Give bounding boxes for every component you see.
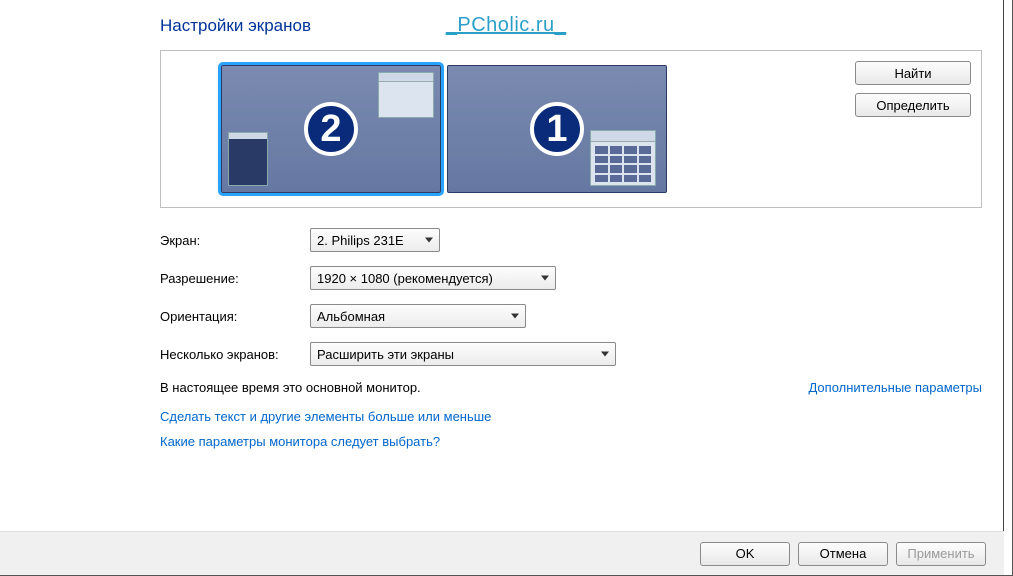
resolution-select-value: 1920 × 1080 (рекомендуется) <box>317 271 493 286</box>
chevron-down-icon <box>541 276 549 281</box>
cancel-button[interactable]: Отмена <box>798 542 888 566</box>
display-select[interactable]: 2. Philips 231E <box>310 228 440 252</box>
apply-button: Применить <box>896 542 986 566</box>
ok-button[interactable]: OK <box>700 542 790 566</box>
window-preview-icon <box>590 130 656 186</box>
multiple-displays-select-value: Расширить эти экраны <box>317 347 454 362</box>
identify-button[interactable]: Определить <box>855 93 971 117</box>
monitor-preview-area: 2 1 Найти Определить <box>160 50 982 208</box>
monitor-number-badge: 1 <box>530 102 584 156</box>
chevron-down-icon <box>425 238 433 243</box>
window-preview-icon <box>378 72 434 118</box>
chevron-down-icon <box>601 352 609 357</box>
find-button[interactable]: Найти <box>855 61 971 85</box>
monitor-1[interactable]: 1 <box>447 65 667 193</box>
multiple-displays-select[interactable]: Расширить эти экраны <box>310 342 616 366</box>
monitor-number-badge: 2 <box>304 102 358 156</box>
monitor-2[interactable]: 2 <box>221 65 441 193</box>
dialog-footer: OK Отмена Применить <box>0 531 1004 575</box>
orientation-select[interactable]: Альбомная <box>310 304 526 328</box>
chevron-down-icon <box>511 314 519 319</box>
display-select-value: 2. Philips 231E <box>317 233 404 248</box>
orientation-select-value: Альбомная <box>317 309 385 324</box>
window-preview-icon <box>228 132 268 186</box>
resolution-select[interactable]: 1920 × 1080 (рекомендуется) <box>310 266 556 290</box>
display-settings-window: _PCholic.ru_ Настройки экранов 2 1 Найти… <box>0 0 1013 576</box>
